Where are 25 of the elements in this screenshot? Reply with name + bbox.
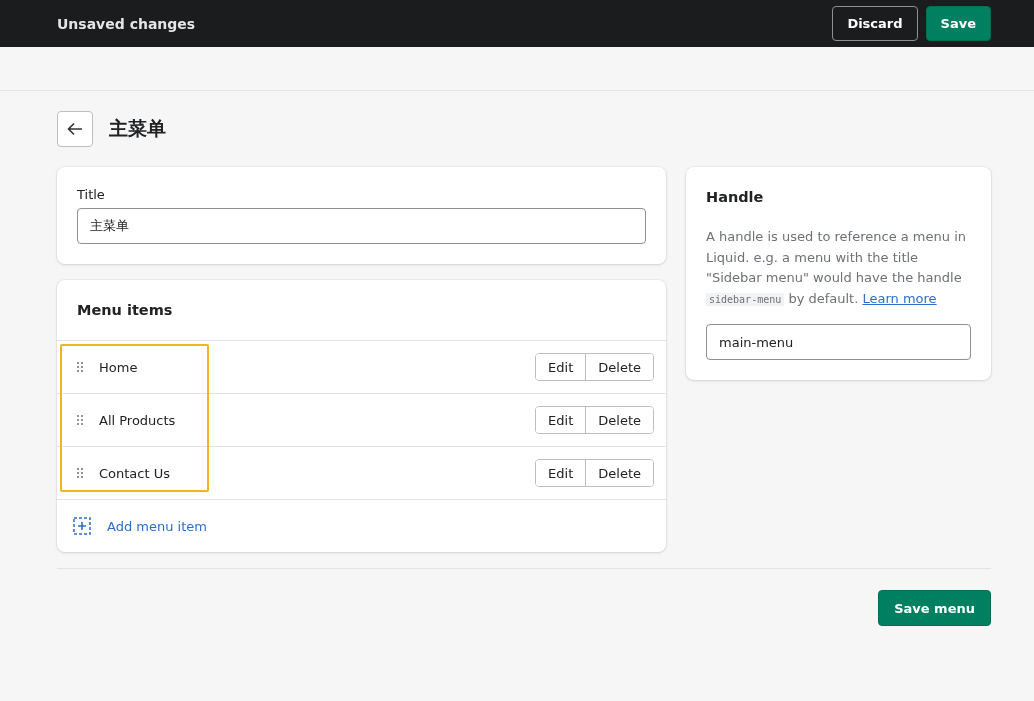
back-button[interactable] bbox=[57, 111, 93, 147]
add-menu-item-link[interactable]: Add menu item bbox=[107, 518, 207, 534]
page-title: 主菜单 bbox=[109, 116, 166, 141]
delete-button[interactable]: Delete bbox=[585, 354, 653, 380]
drag-handle-icon[interactable] bbox=[77, 415, 83, 425]
menu-items-heading: Menu items bbox=[76, 301, 174, 320]
handle-heading: Handle bbox=[706, 189, 765, 205]
handle-description: A handle is used to reference a menu in Liquid. e.g. a menu with the title "Sidebar menu" would have the handle sidebar-menu by default. Learn more bbox=[706, 228, 967, 308]
drag-handle-icon[interactable] bbox=[77, 468, 83, 478]
handle-input-field[interactable]: main-menu bbox=[706, 324, 971, 360]
title-label: Title bbox=[77, 187, 106, 202]
delete-button[interactable]: Delete bbox=[585, 460, 653, 486]
menu-item-label[interactable]: Contact Us bbox=[99, 465, 536, 481]
learn-more-link[interactable]: Learn more bbox=[862, 290, 937, 306]
drag-handle-icon[interactable] bbox=[77, 362, 83, 372]
save-button[interactable]: Save bbox=[925, 6, 991, 41]
add-icon[interactable] bbox=[73, 517, 91, 535]
menu-item-label[interactable]: Home bbox=[99, 359, 536, 375]
discard-button[interactable]: Discard bbox=[832, 6, 918, 41]
delete-button[interactable]: Delete bbox=[585, 407, 653, 433]
top-bar-title: Unsaved changes bbox=[57, 15, 196, 32]
save-menu-button[interactable]: Save menu bbox=[878, 590, 991, 626]
menu-item-label[interactable]: All Products bbox=[99, 412, 536, 428]
title-input-field[interactable]: 主菜单 bbox=[77, 208, 646, 244]
back-arrow-icon bbox=[67, 122, 83, 136]
